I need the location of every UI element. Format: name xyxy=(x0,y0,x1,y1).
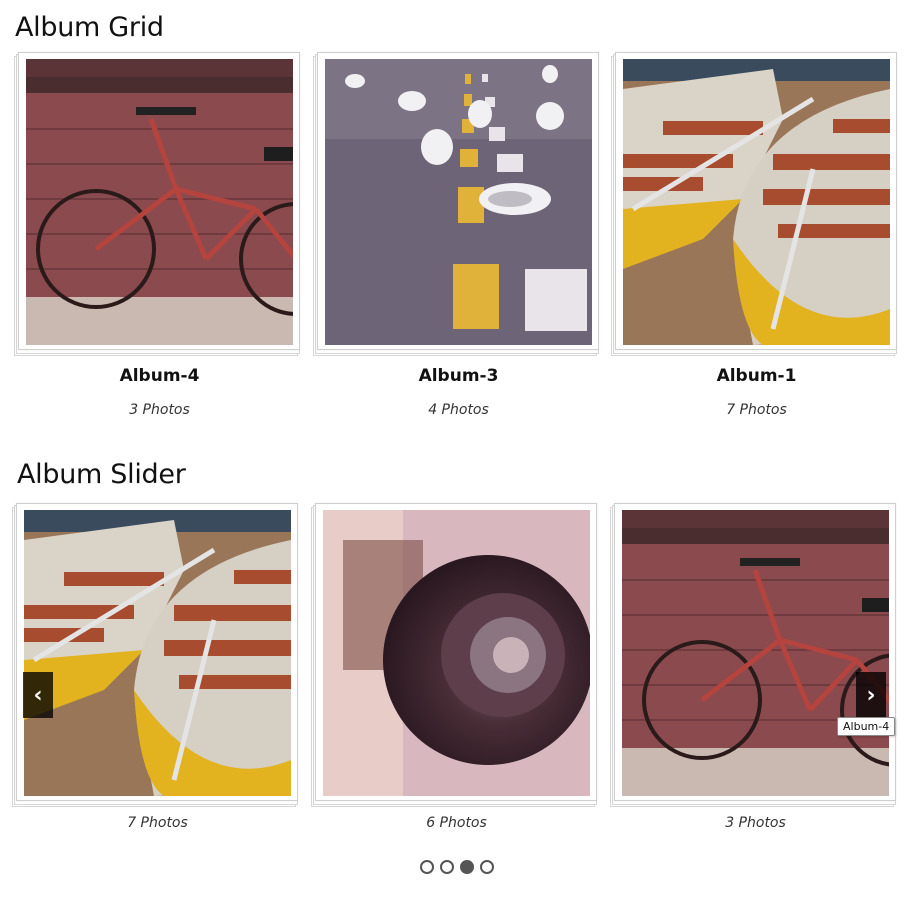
photo-frame xyxy=(16,503,298,801)
chevron-right-icon: › xyxy=(866,682,876,708)
photo-count: 3 Photos xyxy=(725,815,786,831)
camera-lens-photo[interactable] xyxy=(323,510,590,796)
album-grid-title: Album Grid xyxy=(15,12,164,43)
photo-count: 4 Photos xyxy=(428,402,489,418)
slider-prev-button[interactable]: ‹ xyxy=(23,672,53,718)
photo-frame xyxy=(317,52,599,350)
bicycle-photo[interactable] xyxy=(622,510,889,796)
photo-frame xyxy=(614,503,896,801)
album-slider-title: Album Slider xyxy=(17,459,186,490)
album-title[interactable]: Album-1 xyxy=(615,366,898,386)
chevron-left-icon: ‹ xyxy=(33,682,43,708)
rowboats-photo[interactable] xyxy=(623,59,890,345)
bicycle-photo[interactable] xyxy=(26,59,293,345)
photo-frame xyxy=(615,52,897,350)
photo-count: 3 Photos xyxy=(129,402,190,418)
photo-count: 6 Photos xyxy=(426,815,487,831)
photo-frame xyxy=(315,503,597,801)
slider-dot-4[interactable] xyxy=(480,860,494,874)
slider-dot-2[interactable] xyxy=(440,860,454,874)
seagulls-photo[interactable] xyxy=(325,59,592,345)
slider-dot-3[interactable] xyxy=(460,860,474,874)
slider-pagination xyxy=(420,860,494,874)
slider-next-button[interactable]: › xyxy=(856,672,886,718)
photo-count: 7 Photos xyxy=(726,402,787,418)
slider-dot-1[interactable] xyxy=(420,860,434,874)
photo-count: 7 Photos xyxy=(127,815,188,831)
rowboats-photo[interactable] xyxy=(24,510,291,796)
album-tooltip: Album-4 xyxy=(837,717,896,736)
album-title[interactable]: Album-3 xyxy=(317,366,600,386)
album-title[interactable]: Album-4 xyxy=(18,366,301,386)
photo-frame xyxy=(18,52,300,350)
